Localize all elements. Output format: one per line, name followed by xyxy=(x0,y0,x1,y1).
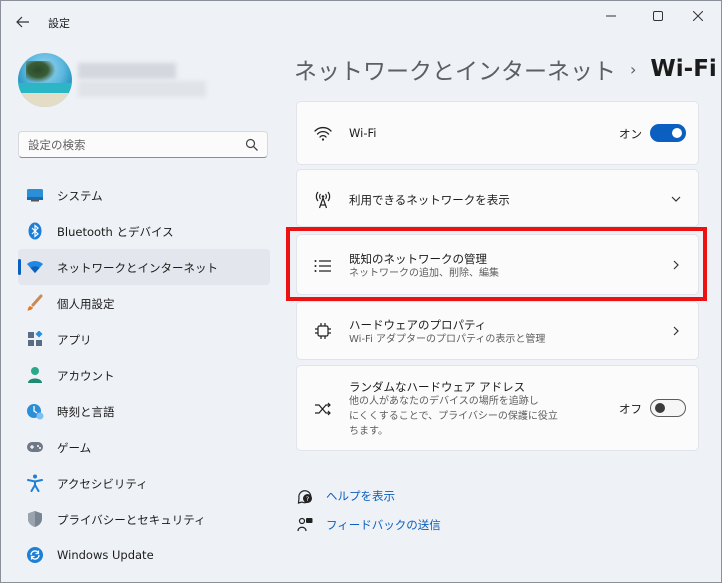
wifi-toggle-label: オン xyxy=(619,127,642,141)
settings-search-box[interactable] xyxy=(18,131,268,158)
back-button[interactable] xyxy=(11,10,35,34)
search-icon xyxy=(245,138,258,151)
sidebar-item-label: プライバシーとセキュリティ xyxy=(57,513,206,527)
sidebar-item-windows-update[interactable]: Windows Update xyxy=(18,537,270,573)
settings-window: 設定 システム B xyxy=(0,0,722,583)
svg-text:?: ? xyxy=(306,495,309,503)
sidebar-item-label: 個人用設定 xyxy=(57,297,115,311)
title-bar: 設定 xyxy=(1,1,721,41)
card-subtitle-line: にくくすることで、プライバシーの保護に役立 xyxy=(349,411,558,422)
breadcrumb-parent[interactable]: ネットワークとインターネット xyxy=(294,52,616,86)
sidebar-item-apps[interactable]: アプリ xyxy=(18,321,270,357)
chevron-down-icon xyxy=(671,196,681,202)
shield-icon xyxy=(26,510,44,528)
available-networks-card[interactable]: 利用できるネットワークを表示 xyxy=(296,169,699,227)
search-input[interactable] xyxy=(28,137,238,153)
sidebar-item-label: アカウント xyxy=(57,369,115,383)
feedback-link[interactable]: フィードバックの送信 xyxy=(296,515,441,535)
sidebar-item-label: Bluetooth とデバイス xyxy=(57,225,174,239)
wifi-toggle[interactable] xyxy=(650,124,686,142)
brush-icon xyxy=(26,294,44,312)
help-link[interactable]: ? ヘルプを表示 xyxy=(296,486,395,506)
shuffle-icon xyxy=(312,398,334,420)
minimize-button[interactable] xyxy=(588,1,634,31)
sidebar-item-system[interactable]: システム xyxy=(18,177,270,213)
sidebar-item-bluetooth[interactable]: Bluetooth とデバイス xyxy=(18,213,270,249)
avatar xyxy=(18,53,72,107)
close-button[interactable] xyxy=(675,1,721,31)
feedback-icon xyxy=(296,516,314,534)
sidebar-item-network[interactable]: ネットワークとインターネット xyxy=(18,249,270,285)
card-subtitle-line: ちます。 xyxy=(349,426,388,437)
sidebar-item-label: 時刻と言語 xyxy=(57,405,115,419)
apps-icon xyxy=(26,330,44,348)
time-language-icon xyxy=(26,402,44,420)
breadcrumb: ネットワークとインターネット › Wi-Fi xyxy=(294,53,717,85)
sidebar-item-label: Windows Update xyxy=(57,548,154,562)
back-arrow-icon xyxy=(16,16,29,28)
breadcrumb-separator: › xyxy=(630,59,637,79)
system-icon xyxy=(26,186,44,204)
help-link-text[interactable]: ヘルプを表示 xyxy=(326,488,395,504)
card-title: ハードウェアのプロパティ xyxy=(349,318,487,332)
sidebar-item-privacy[interactable]: プライバシーとセキュリティ xyxy=(18,501,270,537)
wifi-toggle-card: Wi-Fi オン xyxy=(296,101,699,165)
chevron-right-icon xyxy=(673,326,679,336)
account-icon xyxy=(26,366,44,384)
sidebar-item-gaming[interactable]: ゲーム xyxy=(18,429,270,465)
sidebar-item-personalization[interactable]: 個人用設定 xyxy=(18,285,270,321)
card-title: Wi-Fi xyxy=(349,126,377,140)
gamepad-icon xyxy=(26,438,44,456)
sidebar-item-label: ネットワークとインターネット xyxy=(57,261,218,275)
sidebar-item-accessibility[interactable]: アクセシビリティ xyxy=(18,465,270,501)
sidebar-nav: システム Bluetooth とデバイス ネットワークとインターネット 個人用設… xyxy=(18,177,270,573)
wifi-icon xyxy=(26,258,44,276)
random-address-toggle[interactable] xyxy=(650,399,686,417)
accessibility-icon xyxy=(26,474,44,492)
help-icon: ? xyxy=(296,487,314,505)
sidebar-item-label: アクセシビリティ xyxy=(57,477,148,491)
redacted-user-name xyxy=(78,63,176,79)
redacted-user-email xyxy=(78,81,206,97)
chip-icon xyxy=(312,320,334,342)
minimize-icon xyxy=(606,15,616,17)
sidebar-item-label: システム xyxy=(57,189,103,203)
sidebar-item-label: アプリ xyxy=(57,333,92,347)
app-title: 設定 xyxy=(48,17,70,30)
random-hardware-address-card: ランダムなハードウェア アドレス 他の人があなたのデバイスの場所を追跡し にくく… xyxy=(296,365,699,451)
maximize-icon xyxy=(653,11,663,21)
active-indicator xyxy=(18,259,21,275)
feedback-link-text[interactable]: フィードバックの送信 xyxy=(326,517,441,533)
highlight-box xyxy=(286,227,707,301)
hardware-properties-card[interactable]: ハードウェアのプロパティ Wi-Fi アダプターのプロパティの表示と管理 xyxy=(296,301,699,360)
random-address-toggle-label: オフ xyxy=(619,402,642,416)
card-title: 利用できるネットワークを表示 xyxy=(349,193,510,207)
card-subtitle: Wi-Fi アダプターのプロパティの表示と管理 xyxy=(349,334,546,345)
card-subtitle-line: 他の人があなたのデバイスの場所を追跡し xyxy=(349,396,539,407)
update-icon xyxy=(26,546,44,564)
sidebar-item-time-language[interactable]: 時刻と言語 xyxy=(18,393,270,429)
sidebar-item-accounts[interactable]: アカウント xyxy=(18,357,270,393)
page-title: Wi-Fi xyxy=(650,56,717,82)
user-profile[interactable] xyxy=(18,53,268,109)
wifi-icon xyxy=(312,122,334,144)
close-icon xyxy=(693,11,703,21)
card-title: ランダムなハードウェア アドレス xyxy=(349,380,526,394)
antenna-icon xyxy=(312,188,334,210)
sidebar-item-label: ゲーム xyxy=(57,441,92,455)
bluetooth-icon xyxy=(26,222,44,240)
